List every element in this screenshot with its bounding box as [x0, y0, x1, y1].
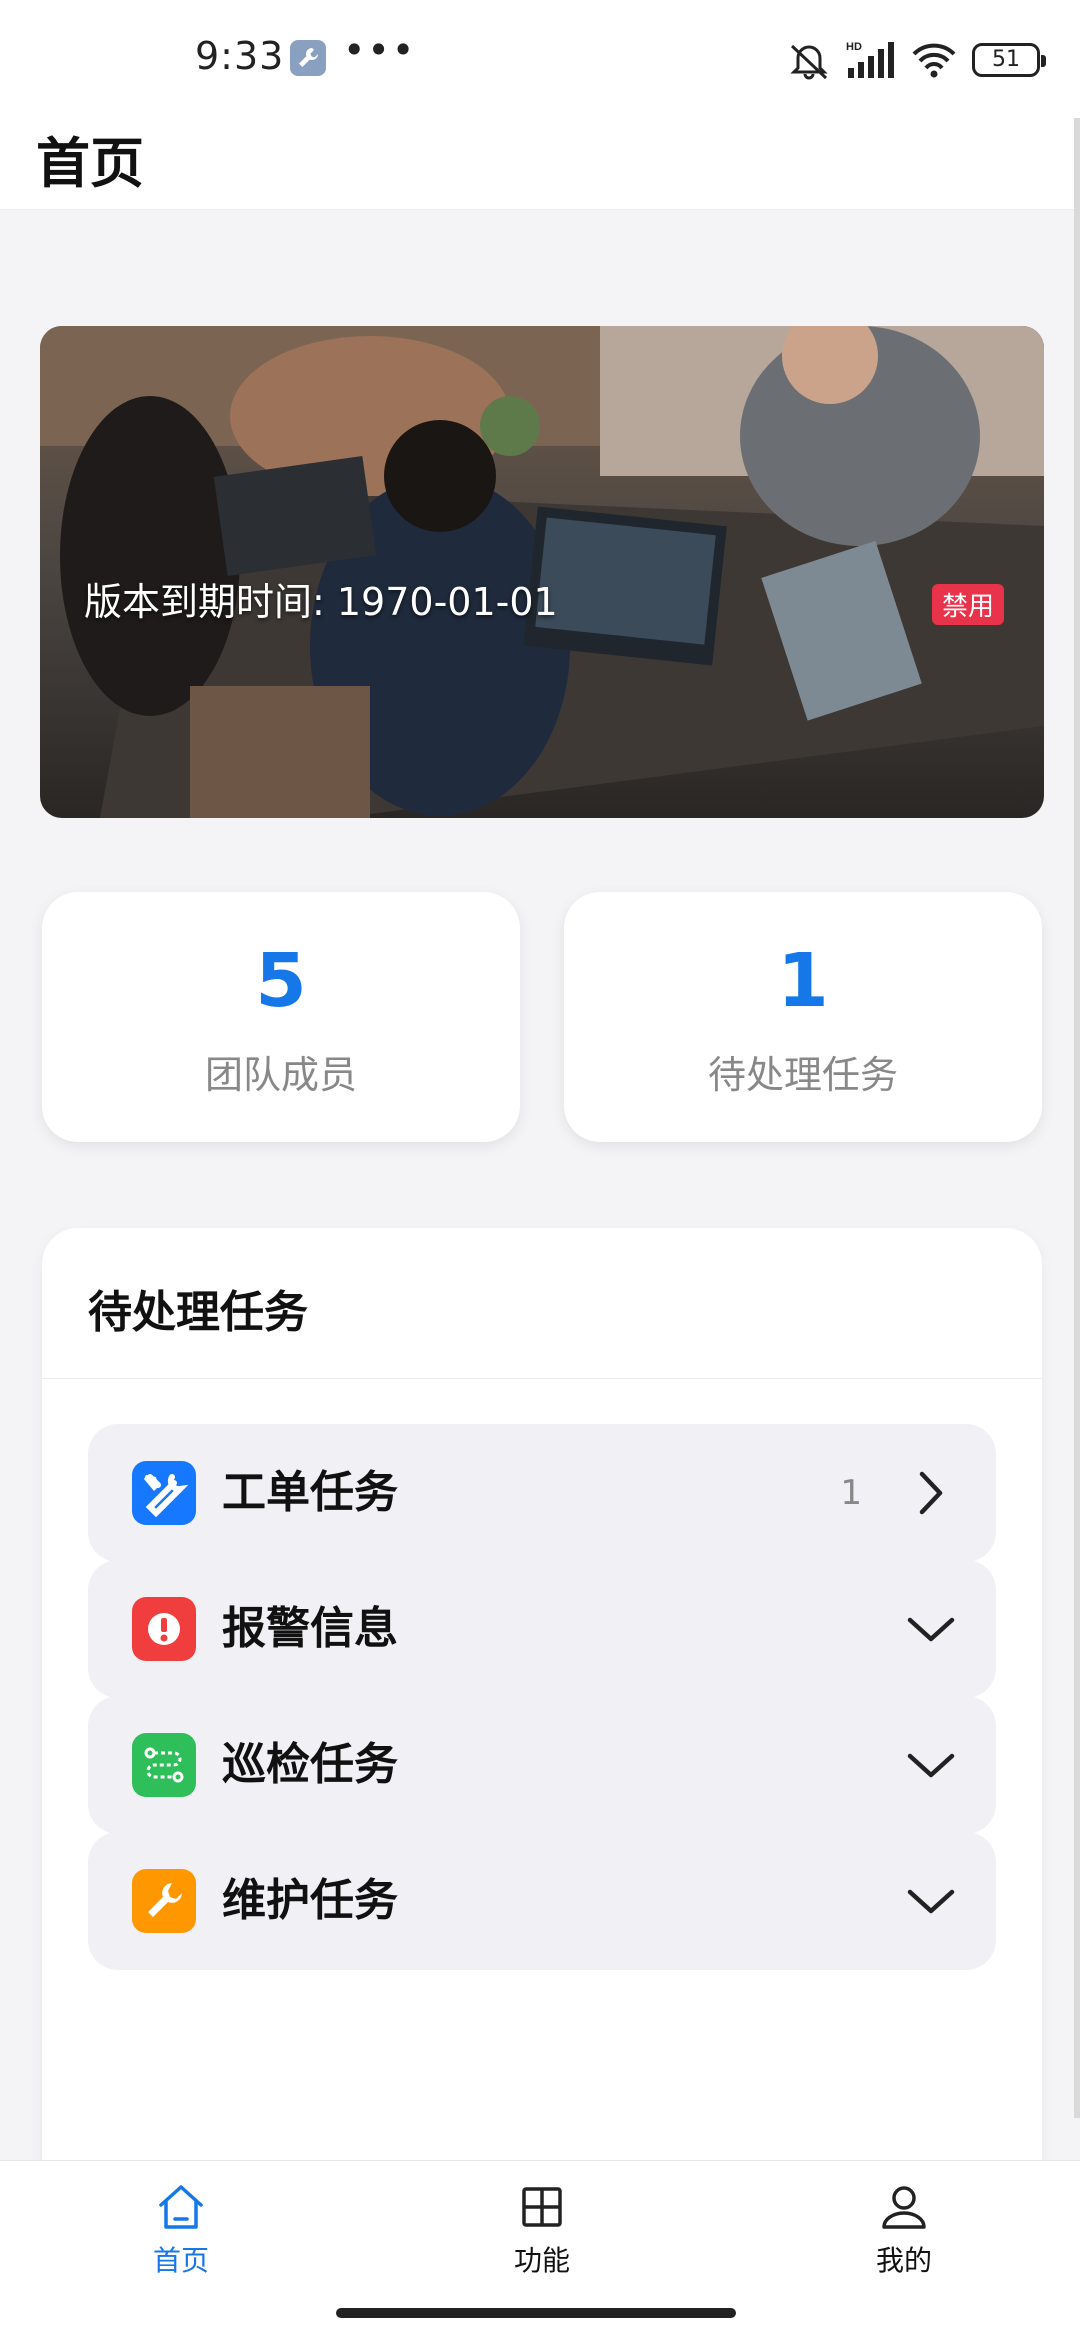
chevron-down-icon[interactable] — [904, 1740, 958, 1790]
banner[interactable]: 版本到期时间: 1970-01-01 禁用 — [40, 326, 1044, 818]
route-icon — [132, 1733, 196, 1797]
stat-card-team-members[interactable]: 5 团队成员 — [42, 892, 520, 1142]
divider — [42, 1378, 1042, 1379]
stat-label: 团队成员 — [204, 1053, 357, 1097]
alert-icon — [132, 1597, 196, 1661]
nav-label: 我的 — [875, 2244, 932, 2277]
panel-title: 待处理任务 — [88, 1287, 308, 1338]
chevron-down-icon[interactable] — [904, 1604, 958, 1654]
pending-tasks-panel: 待处理任务 工单任务 1 报警信息 巡检任务 维护任务 — [42, 1228, 1042, 2228]
task-row-alarms[interactable]: 报警信息 — [88, 1560, 996, 1698]
nav-label: 首页 — [152, 2244, 209, 2277]
task-row-maintenance[interactable]: 维护任务 — [88, 1832, 996, 1970]
task-row-inspections[interactable]: 巡检任务 — [88, 1696, 996, 1834]
task-label: 报警信息 — [222, 1603, 398, 1654]
battery-icon: 51 — [972, 43, 1046, 77]
app-header: 首页 — [0, 118, 1080, 210]
stat-value: 5 — [255, 938, 307, 1024]
nav-item-home[interactable]: 首页 — [101, 2181, 261, 2279]
page-title: 首页 — [36, 132, 144, 195]
task-label: 巡检任务 — [222, 1739, 398, 1790]
status-badge: 禁用 — [931, 584, 1004, 625]
task-row-work-orders[interactable]: 工单任务 1 — [88, 1424, 996, 1562]
chevron-down-icon[interactable] — [904, 1876, 958, 1926]
wrench-app-icon — [290, 40, 326, 76]
mute-icon — [790, 44, 828, 80]
task-label: 维护任务 — [222, 1875, 398, 1926]
status-dots: ••• — [343, 28, 417, 72]
task-label: 工单任务 — [222, 1467, 398, 1518]
scrollbar[interactable] — [1074, 118, 1080, 2118]
status-time: 9:33 — [195, 34, 285, 78]
grid-icon — [522, 2187, 562, 2227]
status-bar: 9:33 ••• HD 51 — [0, 0, 1080, 118]
status-icons: HD 51 — [786, 38, 1046, 82]
banner-expiry-text: 版本到期时间: 1970-01-01 — [84, 580, 558, 624]
svg-text:HD: HD — [846, 41, 862, 53]
stat-label: 待处理任务 — [707, 1053, 898, 1097]
nav-item-functions[interactable]: 功能 — [462, 2181, 622, 2279]
home-icon — [159, 2185, 203, 2229]
wrench-icon — [132, 1869, 196, 1933]
nav-item-mine[interactable]: 我的 — [824, 2181, 984, 2279]
wifi-icon — [912, 43, 956, 78]
stat-card-pending-tasks[interactable]: 1 待处理任务 — [564, 892, 1042, 1142]
chevron-right-icon[interactable] — [904, 1468, 958, 1518]
task-count: 1 — [840, 1473, 862, 1513]
home-indicator[interactable] — [336, 2308, 736, 2318]
nav-label: 功能 — [513, 2244, 570, 2277]
hd-signal-icon: HD — [846, 41, 894, 78]
stat-value: 1 — [777, 938, 829, 1024]
user-icon — [882, 2186, 926, 2229]
tools-icon — [132, 1461, 196, 1525]
